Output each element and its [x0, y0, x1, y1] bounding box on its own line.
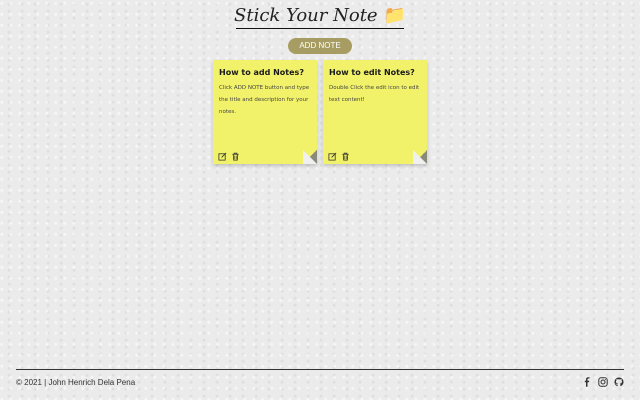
note-title[interactable]: How to add Notes?	[219, 68, 311, 77]
note-corner-cutout	[413, 150, 427, 164]
note-description[interactable]: Click ADD NOTE button and type the title…	[219, 82, 311, 118]
trash-icon[interactable]	[341, 152, 350, 161]
note-description[interactable]: Double Click the edit icon to edit text …	[329, 82, 421, 106]
note-card[interactable]: How to edit Notes? Double Click the edit…	[323, 60, 427, 164]
note-tools	[328, 152, 350, 161]
github-icon[interactable]	[614, 377, 624, 387]
note-title[interactable]: How to edit Notes?	[329, 68, 421, 77]
note-corner-cutout	[303, 150, 317, 164]
facebook-icon[interactable]	[582, 377, 592, 387]
header: Stick Your Note 📁	[0, 0, 640, 30]
folder-emoji-icon: 📁	[383, 5, 406, 26]
footer-copyright: © 2021 | John Henrich Dela Pena	[16, 378, 136, 387]
note-tools	[218, 152, 240, 161]
trash-icon[interactable]	[231, 152, 240, 161]
title-underline	[236, 28, 404, 29]
title-text: Stick Your Note	[234, 5, 378, 26]
add-note-button[interactable]: ADD NOTE	[288, 38, 352, 54]
social-links	[582, 377, 624, 387]
footer-divider	[16, 369, 624, 370]
page-title: Stick Your Note 📁	[0, 5, 640, 26]
edit-icon[interactable]	[218, 152, 227, 161]
note-card[interactable]: How to add Notes? Click ADD NOTE button …	[213, 60, 317, 164]
edit-icon[interactable]	[328, 152, 337, 161]
instagram-icon[interactable]	[598, 377, 608, 387]
